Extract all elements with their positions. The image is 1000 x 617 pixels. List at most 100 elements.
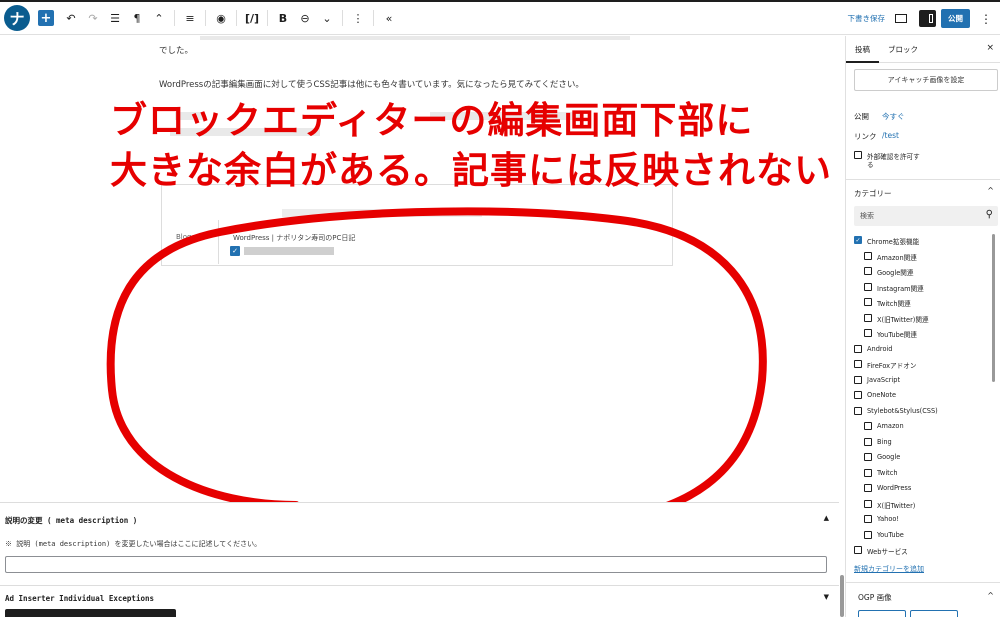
toolbar-divider (236, 10, 237, 26)
editor-scrollbar[interactable] (840, 575, 844, 617)
category-checkbox[interactable] (854, 406, 862, 415)
blogcard-option-obscured (244, 247, 334, 255)
meta-panel-toggle-icon[interactable]: ▲ (824, 514, 829, 522)
ad-inserter-bar[interactable] (5, 609, 176, 617)
ogp-button[interactable] (910, 610, 958, 617)
align-icon[interactable]: ≡ (179, 6, 201, 30)
tab-post[interactable]: 投稿 (855, 44, 870, 55)
category-label: YouTube関連 (877, 331, 917, 339)
permalink-link[interactable]: /test (882, 131, 899, 140)
annotation-line-1: ブロックエディターの編集画面下部に (110, 99, 754, 142)
ping-checkbox[interactable] (854, 151, 862, 159)
category-checkbox[interactable] (864, 468, 872, 477)
site-logo[interactable]: ナ (4, 5, 30, 31)
toolbar-divider (174, 10, 175, 26)
paragraph-block[interactable]: でした。 (159, 44, 193, 56)
publish-label: 公開 (854, 112, 869, 121)
settings-sidebar: 投稿 ブロック × アイキャッチ画像を設定 公開 今すぐ リンク /test 外… (845, 36, 1000, 617)
ogp-title[interactable]: OGP 画像 (858, 592, 892, 603)
code-icon[interactable]: [/] (241, 6, 263, 30)
close-icon[interactable]: × (986, 43, 994, 53)
category-label: WordPress (877, 484, 912, 492)
category-checkbox[interactable] (864, 251, 872, 260)
category-checkbox[interactable] (854, 344, 862, 353)
undo-icon[interactable]: ↶ (60, 6, 82, 30)
publish-button[interactable]: 公開 (941, 9, 970, 28)
ad-inserter-title[interactable]: Ad Inserter Individual Exceptions (5, 594, 154, 603)
category-label: Bing (877, 437, 892, 446)
category-checkbox[interactable] (864, 515, 872, 523)
add-block-button[interactable]: + (38, 10, 54, 26)
ping-label: 外部確認を許可す (867, 153, 920, 161)
category-label: Twitch (877, 468, 898, 477)
category-checkbox[interactable] (864, 422, 872, 430)
category-checkbox[interactable]: ✓ (854, 236, 862, 244)
category-checkbox[interactable] (854, 391, 862, 399)
category-checkbox[interactable] (854, 546, 862, 554)
paragraph-icon[interactable]: ¶ (126, 6, 148, 30)
category-checkbox[interactable] (864, 282, 872, 291)
category-checkbox[interactable] (864, 267, 872, 275)
tab-block[interactable]: ブロック (888, 44, 918, 55)
collapse-toolbar-icon[interactable]: « (378, 6, 400, 30)
toolbar-divider (205, 10, 206, 26)
link-icon[interactable]: ⊖ (294, 6, 316, 30)
category-label: Android (867, 344, 893, 353)
ogp-button[interactable] (858, 610, 906, 617)
blogcard-checkbox[interactable]: ✓ (230, 246, 240, 256)
chevron-up-icon[interactable]: ^ (987, 186, 994, 195)
category-checkbox[interactable] (864, 453, 872, 461)
blogcard-divider (218, 220, 219, 264)
category-checkbox[interactable] (864, 298, 872, 306)
categories-panel-header[interactable]: カテゴリー ^ (846, 179, 1000, 203)
category-checkbox[interactable] (854, 360, 862, 368)
redo-icon[interactable]: ↷ (82, 6, 104, 30)
blogcard-block[interactable]: Blogcard WordPress | ナポリタン寿司のPC日記 ✓ (161, 184, 673, 266)
settings-toggle-icon[interactable] (919, 10, 936, 27)
category-label: Instagram関連 (877, 284, 924, 293)
meta-description-title[interactable]: 説明の変更 ( meta description ) (5, 515, 137, 526)
save-draft-button[interactable]: 下書き保存 (848, 13, 886, 24)
set-featured-image-button[interactable]: アイキャッチ画像を設定 (854, 69, 998, 91)
block-options-icon[interactable]: ⋮ (347, 6, 369, 30)
preview-eye-icon[interactable]: ◉ (210, 6, 232, 30)
add-category-link[interactable]: 新規カテゴリーを追加 (854, 564, 924, 574)
category-label: Twitch関連 (877, 300, 911, 308)
toolbar-divider (373, 10, 374, 26)
category-label: X(旧Twitter)関連 (877, 315, 929, 324)
editor-toolbar: ナ + ↶ ↷ ☰ ¶ ⌃ ≡ ◉ [/] B ⊖ ⌄ ⋮ « 下書き保存 公開… (0, 2, 1000, 35)
bold-button[interactable]: B (272, 6, 294, 30)
chevron-up-icon[interactable]: ^ (987, 591, 994, 600)
category-checkbox[interactable] (864, 313, 872, 322)
search-icon: ⚲ (985, 209, 993, 220)
category-checkbox[interactable] (864, 499, 872, 508)
list-view-icon[interactable]: ☰ (104, 6, 126, 30)
category-label: Amazon関連 (877, 253, 917, 262)
move-updown-icon[interactable]: ⌃ (148, 6, 170, 30)
ad-inserter-panel: Ad Inserter Individual Exceptions ▼ (0, 585, 839, 617)
ad-panel-toggle-icon[interactable]: ▼ (824, 593, 829, 601)
view-icon[interactable] (895, 14, 907, 23)
ogp-panel: OGP 画像 ^ (846, 582, 1000, 617)
active-tab-indicator (846, 61, 879, 63)
more-options-icon[interactable]: ⋮ (980, 12, 992, 26)
category-label: Google関連 (877, 269, 914, 277)
category-checkbox[interactable] (854, 375, 862, 384)
meta-description-input[interactable] (5, 556, 827, 573)
sidebar-tabs: 投稿 ブロック × (846, 36, 1000, 63)
toolbar-right: 下書き保存 公開 ⋮ (848, 2, 1000, 35)
category-checkbox[interactable] (864, 484, 872, 492)
more-formatting-dropdown[interactable]: ⌄ (316, 6, 338, 30)
publish-date-link[interactable]: 今すぐ (882, 111, 905, 122)
category-checkbox[interactable] (864, 530, 872, 539)
category-scrollbar[interactable] (992, 234, 995, 382)
paragraph-block[interactable]: WordPressの記事編集画面に対して使うCSS記事は他にも色々書いています。… (159, 78, 584, 90)
cut-off-text (200, 36, 630, 40)
category-checkbox[interactable] (864, 437, 872, 446)
category-label: OneNote (867, 391, 897, 399)
category-label: FireFoxアドオン (867, 362, 917, 370)
link-label: リンク (854, 132, 877, 141)
category-checkbox[interactable] (864, 329, 872, 337)
toolbar-divider (342, 10, 343, 26)
category-search-input[interactable]: 検索 ⚲ (854, 206, 998, 226)
